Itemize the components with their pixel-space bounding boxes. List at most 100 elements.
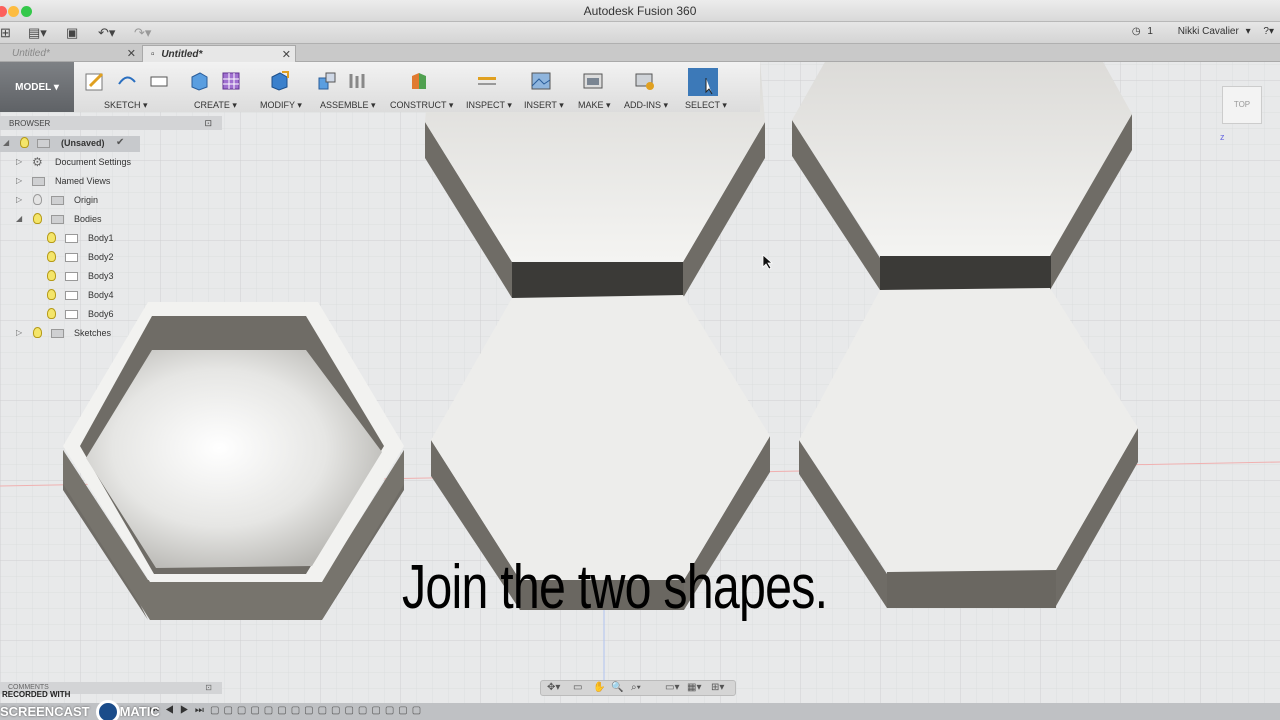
tree-item-body1[interactable]: Body1: [0, 231, 140, 247]
workspace-label: MODEL: [15, 82, 52, 93]
pin-icon[interactable]: ⊡: [205, 683, 212, 692]
tree-item-bodies[interactable]: ◢ Bodies: [0, 212, 140, 228]
select-menu[interactable]: SELECT ▾: [684, 66, 727, 112]
tree-item-named-views[interactable]: ▷ Named Views: [0, 174, 140, 190]
rectangle-tool-icon[interactable]: [148, 70, 170, 92]
grid-settings-icon[interactable]: ▦▾: [687, 682, 701, 693]
modify-menu[interactable]: MODIFY ▾: [258, 66, 304, 112]
save-icon[interactable]: ▣: [66, 25, 78, 41]
browser-title: BROWSER: [9, 119, 51, 128]
make-menu[interactable]: MAKE ▾: [576, 66, 614, 112]
document-tab-bar: Untitled* ✕ ▫ Untitled* ✕: [0, 44, 1280, 62]
insert-label: INSERT ▾: [524, 100, 564, 110]
zoom-icon[interactable]: 🔍: [611, 682, 623, 693]
folder-icon: [51, 215, 64, 224]
expand-arrow-icon[interactable]: ▷: [16, 195, 22, 204]
inspect-label: INSPECT ▾: [466, 100, 512, 110]
collapse-arrow-icon[interactable]: ◢: [16, 214, 22, 223]
help-icon[interactable]: ?▾: [1263, 26, 1274, 37]
expand-arrow-icon[interactable]: ▷: [16, 157, 22, 166]
tab-label: Untitled*: [161, 49, 203, 60]
timeline-bar[interactable]: ⏮◀▶⏭ ▢▢▢▢▢▢▢▢▢▢▢▢▢▢▢▢: [0, 703, 1280, 720]
viewcube[interactable]: TOP: [1222, 86, 1262, 124]
tree-item-sketches[interactable]: ▷ Sketches: [0, 326, 140, 342]
browser-header[interactable]: BROWSER ⊡: [0, 116, 222, 130]
visibility-bulb-icon[interactable]: [47, 270, 56, 281]
activate-check-icon[interactable]: ✔: [116, 137, 124, 148]
watermark-screencast: SCREENCAST MATIC: [0, 704, 160, 719]
select-icon: [688, 68, 718, 96]
look-at-icon[interactable]: ▭: [573, 682, 582, 693]
display-settings-icon[interactable]: ▭▾: [665, 682, 679, 693]
viewports-icon[interactable]: ⊞▾: [711, 682, 724, 693]
form-icon[interactable]: [220, 70, 242, 92]
visibility-bulb-icon[interactable]: [47, 308, 56, 319]
close-tab-icon[interactable]: ✕: [282, 48, 291, 61]
visibility-bulb-icon[interactable]: [47, 251, 56, 262]
user-area: ◷ 1 Nikki Cavalier ▾ ?▾: [1128, 26, 1274, 37]
body-icon: [65, 234, 78, 243]
viewcube-face-label: TOP: [1233, 100, 1251, 109]
video-caption: Join the two shapes.: [402, 553, 828, 622]
add-ins-menu[interactable]: ADD-INS ▾: [622, 66, 672, 112]
select-label: SELECT ▾: [685, 100, 727, 110]
create-label: CREATE ▾: [194, 100, 237, 110]
user-menu-chevron-icon[interactable]: ▾: [1246, 26, 1251, 37]
orbit-icon[interactable]: ✥▾: [547, 682, 560, 693]
visibility-bulb-icon[interactable]: [33, 213, 42, 224]
create-menu[interactable]: CREATE ▾: [186, 66, 248, 112]
window-title: Autodesk Fusion 360: [583, 4, 697, 18]
assemble-menu[interactable]: ASSEMBLE ▾: [316, 66, 376, 112]
construct-label: CONSTRUCT ▾: [390, 100, 454, 110]
body-icon: [65, 291, 78, 300]
expand-arrow-icon[interactable]: ▷: [16, 328, 22, 337]
folder-icon: [51, 196, 64, 205]
joint-icon[interactable]: [346, 70, 368, 92]
job-status-icon[interactable]: ◷: [1132, 26, 1141, 37]
tree-item-body4[interactable]: Body4: [0, 288, 140, 304]
visibility-bulb-icon[interactable]: [20, 137, 29, 148]
collapse-arrow-icon[interactable]: ◢: [3, 138, 9, 147]
add-ins-icon: [635, 73, 654, 90]
pan-icon[interactable]: ✋: [593, 682, 605, 693]
insert-menu[interactable]: INSERT ▾: [524, 66, 566, 112]
make-label: MAKE ▾: [578, 100, 611, 110]
visibility-bulb-icon[interactable]: [47, 232, 56, 243]
tree-item-label: Bodies: [74, 214, 102, 224]
tree-item-body6[interactable]: Body6: [0, 307, 140, 323]
timeline-feature-icons[interactable]: ▢▢▢▢▢▢▢▢▢▢▢▢▢▢▢▢: [210, 705, 425, 716]
visibility-bulb-icon[interactable]: [47, 289, 56, 300]
file-menu-icon[interactable]: ▤▾: [28, 25, 47, 41]
workspace-switcher[interactable]: MODEL ▾: [0, 62, 74, 112]
tree-item-label: Document Settings: [55, 157, 132, 167]
expand-arrow-icon[interactable]: ▷: [16, 176, 22, 185]
tree-item-body3[interactable]: Body3: [0, 269, 140, 285]
document-tab-active[interactable]: ▫ Untitled* ✕: [142, 45, 296, 62]
fit-icon[interactable]: ⌕▾: [631, 682, 641, 693]
modify-icon: [271, 71, 289, 91]
document-tab[interactable]: Untitled* ✕: [0, 45, 140, 62]
pin-icon[interactable]: ⊡: [204, 118, 212, 129]
grid-menu-icon[interactable]: ⊞: [0, 25, 11, 41]
tree-item-label: Body1: [88, 233, 114, 243]
tree-item-origin[interactable]: ▷ Origin: [0, 193, 140, 209]
user-name-menu[interactable]: Nikki Cavalier: [1178, 26, 1239, 37]
undo-icon[interactable]: ↶▾: [98, 25, 115, 41]
inspect-menu[interactable]: INSPECT ▾: [466, 66, 514, 112]
tree-item-document-settings[interactable]: ▷ ⚙ Document Settings: [0, 155, 140, 171]
body-icon: [65, 272, 78, 281]
sketch-label: SKETCH ▾: [104, 100, 148, 110]
screencast-logo-icon: [96, 700, 120, 720]
construct-menu[interactable]: CONSTRUCT ▾: [388, 66, 454, 112]
redo-icon[interactable]: ↷▾: [134, 25, 151, 41]
sketch-menu[interactable]: SKETCH ▾: [82, 66, 168, 112]
visibility-bulb-icon[interactable]: [33, 194, 42, 205]
close-tab-icon[interactable]: ✕: [127, 47, 136, 60]
visibility-bulb-icon[interactable]: [33, 327, 42, 338]
line-tool-icon[interactable]: [116, 70, 138, 92]
job-status-count: 1: [1147, 26, 1153, 37]
tree-item-body2[interactable]: Body2: [0, 250, 140, 266]
make-icon: [583, 73, 603, 89]
browser-root[interactable]: ◢ (Unsaved) ✔: [0, 136, 140, 152]
folder-icon: [51, 329, 64, 338]
